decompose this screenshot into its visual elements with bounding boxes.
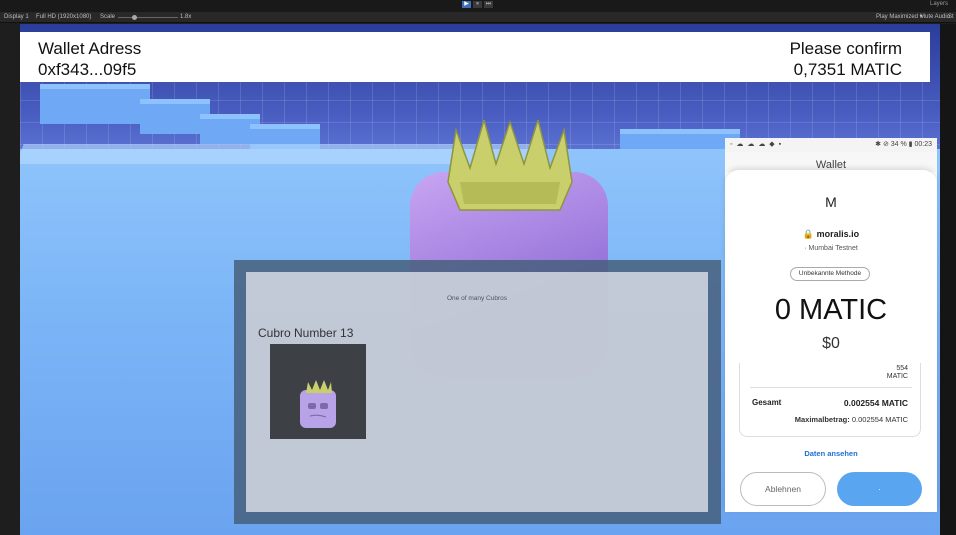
scale-label: Scale: [100, 14, 116, 20]
metamask-logo: M: [825, 194, 837, 210]
scale-slider-knob[interactable]: [132, 15, 137, 20]
divider: [750, 387, 912, 388]
max-amount-value: 0.002554 MATIC: [851, 415, 908, 424]
total-label: Gesamt: [752, 398, 782, 407]
confirm-label: Please confirm: [789, 39, 902, 58]
max-amount: Maximalbetrag: 0.002554 MATIC: [795, 415, 908, 424]
reject-button[interactable]: Ablehnen: [740, 472, 826, 506]
crown-icon: [447, 120, 573, 211]
play-maximized-dropdown[interactable]: Play Maximized ▾: [876, 12, 923, 23]
site-origin: 🔒 moralis.io: [802, 229, 860, 239]
card-title: Cubro Number 13: [258, 326, 354, 340]
step-button[interactable]: ⏭: [484, 1, 493, 8]
method-badge: Unbekannte Methode: [790, 267, 870, 281]
total-value: 0.002554 MATIC: [843, 398, 908, 408]
mute-audio-toggle[interactable]: Mute Audio: [920, 12, 950, 23]
nft-card: One of many Cubros Cubro Number 13: [234, 260, 721, 524]
wallet-app-header: Wallet: [725, 152, 937, 172]
card-subtitle: One of many Cubros: [447, 295, 507, 302]
editor-right-edge: [940, 24, 956, 535]
wallet-address-value: 0xf343...09f5: [38, 60, 137, 79]
fee-value: 554 MATIC: [886, 365, 908, 380]
wallet-header-bar: Wallet Adress 0xf343...09f5 Please confi…: [20, 32, 930, 82]
max-amount-label: Maximalbetrag:: [794, 415, 850, 424]
play-button[interactable]: ▶: [462, 1, 471, 8]
nft-thumbnail: [270, 344, 366, 439]
wallet-overlay: ◦ ☁ ☁ ☁ ◆ ▪ ✱ ⊘ 34 % ▮ 00:23 Wallet M 🔒 …: [725, 138, 937, 512]
transaction-usd: $0: [822, 335, 840, 352]
nft-card-content: One of many Cubros Cubro Number 13: [246, 272, 708, 512]
pause-button[interactable]: ⏸: [473, 1, 482, 8]
confirm-sheet: M 🔒 moralis.io · Mumbai Testnet Unbekann…: [725, 170, 937, 512]
play-controls: ▶ ⏸ ⏭: [462, 1, 493, 8]
wallet-address-label: Wallet Adress: [38, 39, 142, 58]
confirm-button[interactable]: ·: [837, 472, 922, 506]
transaction-amount: 0 MATIC: [774, 294, 888, 326]
view-data-link[interactable]: Daten ansehen: [725, 449, 937, 458]
scale-slider[interactable]: [118, 17, 178, 18]
layers-dropdown[interactable]: Layers: [930, 1, 948, 7]
phone-status-bar: ◦ ☁ ☁ ☁ ◆ ▪ ✱ ⊘ 34 % ▮ 00:23: [725, 138, 937, 152]
stats-toggle[interactable]: St: [948, 12, 954, 23]
status-icons-left: ◦ ☁ ☁ ☁ ◆ ▪: [730, 141, 783, 148]
fee-summary: 554 MATIC Gesamt 0.002554 MATIC Maximalb…: [739, 363, 921, 437]
scale-value: 1.8x: [180, 14, 192, 20]
status-icons-right: ✱ ⊘ 34 % ▮ 00:23: [875, 141, 932, 148]
display-dropdown[interactable]: Display 1: [4, 12, 29, 23]
game-view-toolbar: Display 1 Full HD (1920x1080) Scale 1.8x…: [0, 12, 956, 23]
scenery-step: [40, 84, 150, 124]
editor-toolbar: ▶ ⏸ ⏭ Layers: [0, 0, 956, 12]
confirm-amount: 0,7351 MATIC: [793, 60, 902, 79]
cubro-thumbnail-icon: [300, 380, 336, 428]
resolution-dropdown[interactable]: Full HD (1920x1080): [36, 12, 91, 23]
network-label: · Mumbai Testnet: [804, 245, 858, 252]
